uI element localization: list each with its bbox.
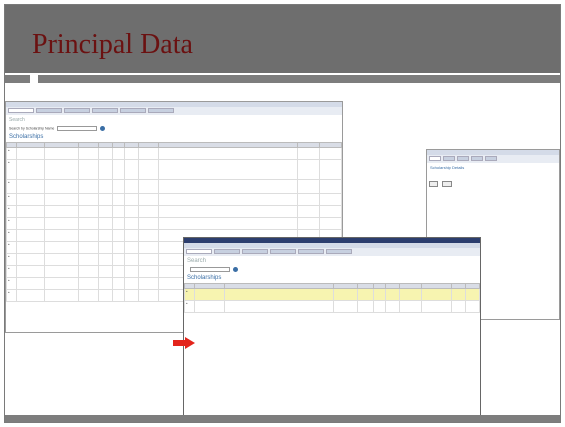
table-row: ● — [6, 147, 342, 160]
table-row-highlighted[interactable]: ● — [184, 288, 480, 301]
table-row: ● — [6, 159, 342, 180]
footer-bar — [5, 415, 560, 422]
search-input[interactable] — [189, 267, 230, 272]
scholarships-heading: Scholarships — [9, 134, 44, 140]
search-results-table: ● ● — [184, 283, 480, 313]
scholarships-list-heading: Scholarships — [187, 275, 222, 281]
search-go-button[interactable] — [232, 267, 238, 272]
accent-bar — [5, 75, 560, 83]
red-arrow-right-icon — [173, 337, 195, 349]
slide-title: Principal Data — [32, 29, 193, 60]
table-row[interactable]: ● — [184, 300, 480, 313]
table-row: ● — [6, 193, 342, 206]
slide: Principal Data Search Search by Scholars… — [4, 4, 561, 423]
scholarship-search-screenshot: Search Scholarships ● ● — [183, 237, 481, 419]
scholarship-details-heading: Scholarship Details — [430, 165, 465, 170]
table-row: ● — [6, 205, 342, 218]
table-row: ● — [6, 217, 342, 230]
slide-header: Principal Data — [5, 5, 560, 73]
table-row: ● — [6, 179, 342, 194]
search-heading: Search — [187, 258, 207, 264]
